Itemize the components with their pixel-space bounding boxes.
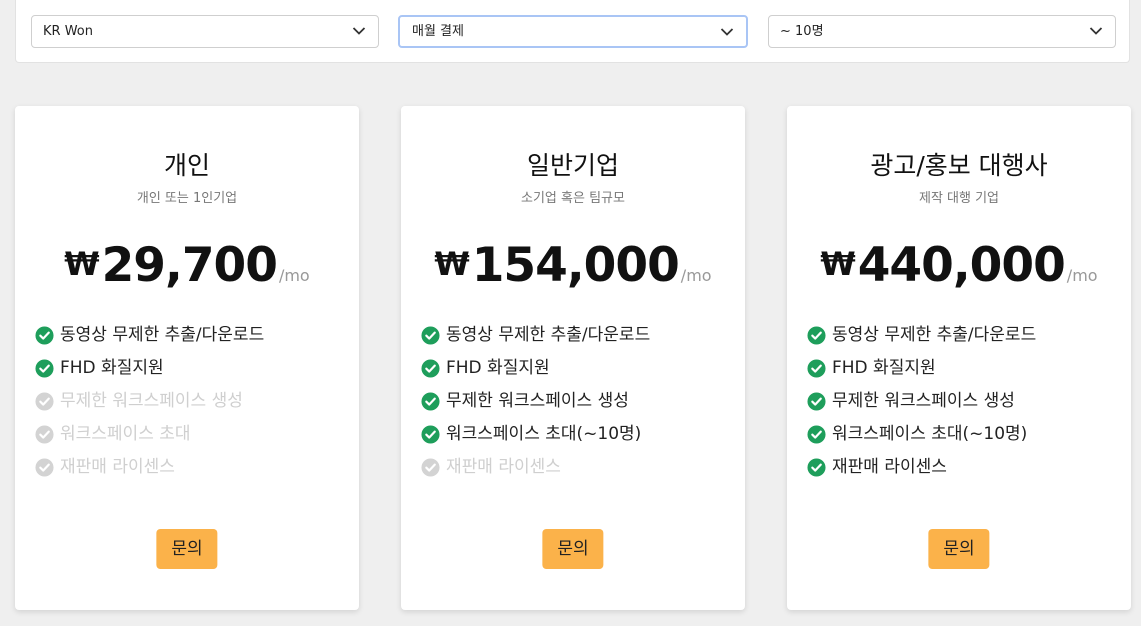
- feature-label: 워크스페이스 초대(~10명): [832, 424, 1028, 444]
- price-period: /mo: [1066, 266, 1098, 285]
- price-amount: 154,000: [471, 238, 680, 293]
- check-circle-icon: [35, 458, 54, 477]
- feature-label: 재판매 라이센스: [446, 457, 561, 477]
- check-circle-icon: [35, 326, 54, 345]
- feature-label: 워크스페이스 초대: [60, 424, 191, 444]
- inquiry-button[interactable]: 문의: [156, 529, 218, 569]
- check-circle-icon: [807, 326, 826, 345]
- feature-item: 동영상 무제한 추출/다운로드: [35, 323, 264, 356]
- feature-label: 재판매 라이센스: [832, 457, 947, 477]
- feature-item: 재판매 라이센스: [807, 455, 1036, 488]
- plan-description: 개인 또는 1인기업: [136, 191, 238, 206]
- price-period: /mo: [680, 266, 712, 285]
- currency-select[interactable]: KR Won: [31, 15, 379, 48]
- feature-label: 동영상 무제한 추출/다운로드: [60, 325, 265, 345]
- plan-card-personal: 개인 개인 또는 1인기업 ₩29,700/mo 동영상 무제한 추출/다운로드…: [15, 106, 359, 610]
- filter-bar: KR Won 매월 결제 ~ 10명: [15, 0, 1130, 63]
- feature-item: 재판매 라이센스: [35, 455, 264, 488]
- team-size-select-value: ~ 10명: [780, 24, 824, 39]
- check-circle-icon: [807, 392, 826, 411]
- check-circle-icon: [807, 425, 826, 444]
- price: ₩29,700/mo: [15, 238, 359, 293]
- inquiry-button[interactable]: 문의: [928, 529, 990, 569]
- feature-label: FHD 화질지원: [60, 358, 164, 378]
- feature-label: 동영상 무제한 추출/다운로드: [832, 325, 1037, 345]
- billing-select[interactable]: 매월 결제: [398, 15, 748, 48]
- currency-symbol: ₩: [434, 245, 470, 283]
- feature-item: FHD 화질지원: [35, 356, 264, 389]
- feature-item: 무제한 워크스페이스 생성: [807, 389, 1036, 422]
- feature-label: 워크스페이스 초대(~10명): [446, 424, 642, 444]
- currency-symbol: ₩: [820, 245, 856, 283]
- chevron-down-icon: [720, 28, 734, 36]
- check-circle-icon: [35, 392, 54, 411]
- check-circle-icon: [35, 425, 54, 444]
- feature-list: 동영상 무제한 추출/다운로드 FHD 화질지원무제한 워크스페이스 생성워크스페…: [421, 323, 650, 488]
- price-amount: 440,000: [857, 238, 1066, 293]
- feature-label: 무제한 워크스페이스 생성: [446, 391, 629, 411]
- check-circle-icon: [421, 425, 440, 444]
- feature-item: 워크스페이스 초대(~10명): [807, 422, 1036, 455]
- feature-list: 동영상 무제한 추출/다운로드 FHD 화질지원무제한 워크스페이스 생성워크스페…: [807, 323, 1036, 488]
- check-circle-icon: [421, 326, 440, 345]
- feature-label: FHD 화질지원: [832, 358, 936, 378]
- feature-label: 무제한 워크스페이스 생성: [60, 391, 243, 411]
- currency-symbol: ₩: [64, 245, 100, 283]
- chevron-down-icon: [1089, 27, 1103, 35]
- feature-item: 무제한 워크스페이스 생성: [421, 389, 650, 422]
- feature-item: 재판매 라이센스: [421, 455, 650, 488]
- plan-card-business: 일반기업 소기업 혹은 팀규모 ₩154,000/mo 동영상 무제한 추출/다…: [401, 106, 745, 610]
- currency-select-value: KR Won: [43, 24, 93, 39]
- check-circle-icon: [421, 359, 440, 378]
- feature-item: 동영상 무제한 추출/다운로드: [421, 323, 650, 356]
- plan-card-agency: 광고/홍보 대행사 제작 대행 기업 ₩440,000/mo 동영상 무제한 추…: [787, 106, 1131, 610]
- feature-item: 동영상 무제한 추출/다운로드: [807, 323, 1036, 356]
- feature-label: 무제한 워크스페이스 생성: [832, 391, 1015, 411]
- check-circle-icon: [807, 359, 826, 378]
- check-circle-icon: [421, 458, 440, 477]
- price: ₩154,000/mo: [401, 238, 745, 293]
- plan-description: 소기업 혹은 팀규모: [521, 191, 625, 206]
- feature-label: 재판매 라이센스: [60, 457, 175, 477]
- plan-name: 일반기업: [526, 151, 619, 180]
- feature-item: FHD 화질지원: [807, 356, 1036, 389]
- inquiry-button[interactable]: 문의: [542, 529, 604, 569]
- feature-item: 워크스페이스 초대: [35, 422, 264, 455]
- price-amount: 29,700: [101, 238, 278, 293]
- check-circle-icon: [807, 458, 826, 477]
- check-circle-icon: [35, 359, 54, 378]
- check-circle-icon: [421, 392, 440, 411]
- feature-label: FHD 화질지원: [446, 358, 550, 378]
- price: ₩440,000/mo: [787, 238, 1131, 293]
- feature-list: 동영상 무제한 추출/다운로드 FHD 화질지원무제한 워크스페이스 생성워크스페…: [35, 323, 264, 488]
- feature-item: 워크스페이스 초대(~10명): [421, 422, 650, 455]
- price-period: /mo: [278, 266, 310, 285]
- feature-item: 무제한 워크스페이스 생성: [35, 389, 264, 422]
- plan-name: 광고/홍보 대행사: [870, 151, 1048, 180]
- feature-item: FHD 화질지원: [421, 356, 650, 389]
- plan-description: 제작 대행 기업: [918, 191, 1000, 206]
- team-size-select[interactable]: ~ 10명: [768, 15, 1116, 48]
- feature-label: 동영상 무제한 추출/다운로드: [446, 325, 651, 345]
- chevron-down-icon: [352, 27, 366, 35]
- plan-name: 개인: [163, 151, 210, 180]
- billing-select-value: 매월 결제: [412, 24, 464, 39]
